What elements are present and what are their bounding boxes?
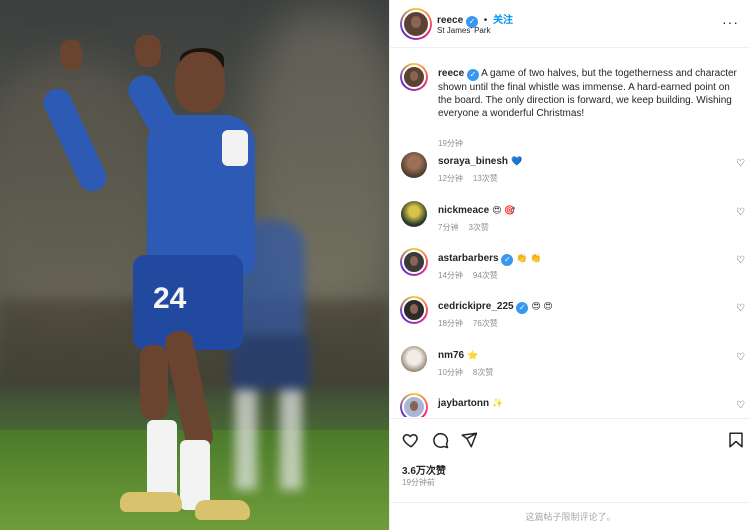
caption-text: reece ✓ A game of two halves, but the to… bbox=[438, 67, 743, 120]
comment-item: soraya_binesh 💙 12分钟 13次赞 ♡ bbox=[400, 152, 745, 192]
heart-icon[interactable]: ♡ bbox=[736, 352, 745, 363]
post-location[interactable]: St James' Park bbox=[437, 26, 491, 35]
verified-badge-icon: ✓ bbox=[466, 69, 479, 81]
captain-armband bbox=[222, 130, 248, 166]
comment-text: 😍 😍 bbox=[531, 301, 553, 311]
comment-item: nickmeace 😍 🎯 7分钟 3次赞 ♡ bbox=[400, 201, 745, 241]
comment-username[interactable]: nickmeace bbox=[438, 205, 489, 216]
comment-time: 10分钟 bbox=[438, 368, 463, 377]
comment-item: cedrickipre_225 ✓ 😍 😍 18分钟 76次赞 ♡ bbox=[400, 296, 745, 337]
comment-likes[interactable]: 8次赞 bbox=[473, 368, 493, 377]
comment-icon[interactable] bbox=[431, 431, 449, 449]
comment-username[interactable]: soraya_binesh bbox=[438, 156, 508, 167]
post-header: reece ✓ • 关注 St James' Park ··· bbox=[390, 0, 750, 48]
comment-time: 18分钟 bbox=[438, 319, 463, 328]
comment-time: 14分钟 bbox=[438, 271, 463, 280]
heart-icon[interactable]: ♡ bbox=[736, 158, 745, 169]
author-avatar[interactable] bbox=[400, 8, 432, 40]
bookmark-icon[interactable] bbox=[727, 431, 745, 449]
heart-icon[interactable]: ♡ bbox=[736, 400, 745, 411]
comments-list[interactable]: reece ✓ A game of two halves, but the to… bbox=[390, 49, 750, 417]
verified-badge-icon: ✓ bbox=[501, 254, 514, 266]
player-boot bbox=[195, 500, 250, 520]
comment-item: nm76 ⭐ 10分钟 8次赞 ♡ bbox=[400, 346, 745, 386]
shirt-number: 24 bbox=[153, 282, 187, 315]
comment-username[interactable]: astarbarbers bbox=[438, 253, 499, 264]
comment-text: ✨ bbox=[492, 398, 504, 408]
post-actions: 3.6万次赞 19分钟前 这篇帖子限制评论了。 bbox=[390, 418, 750, 530]
comment-avatar[interactable] bbox=[401, 346, 427, 372]
comment-username[interactable]: cedrickipre_225 bbox=[438, 301, 514, 312]
comment-likes[interactable]: 13次赞 bbox=[473, 174, 498, 183]
caption-body: A game of two halves, but the togetherne… bbox=[438, 68, 737, 119]
heart-icon[interactable]: ♡ bbox=[736, 255, 745, 266]
foreground-player: 24 bbox=[39, 30, 275, 530]
comment-avatar[interactable] bbox=[401, 152, 427, 178]
comment-username[interactable]: nm76 bbox=[438, 350, 464, 361]
more-options-icon[interactable]: ··· bbox=[722, 14, 739, 30]
comment-time: 7分钟 bbox=[438, 223, 459, 232]
caption-avatar[interactable] bbox=[400, 63, 428, 91]
heart-icon[interactable] bbox=[402, 431, 420, 449]
author-username[interactable]: reece bbox=[437, 15, 463, 26]
player-sock bbox=[147, 420, 177, 500]
heart-icon[interactable]: ♡ bbox=[736, 303, 745, 314]
player-hand bbox=[60, 40, 82, 70]
follow-button[interactable]: 关注 bbox=[493, 15, 513, 26]
like-count[interactable]: 3.6万次赞 bbox=[402, 462, 446, 477]
comment-avatar[interactable] bbox=[401, 201, 427, 227]
comment-item: astarbarbers ✓ 👏 👏 14分钟 94次赞 ♡ bbox=[400, 248, 745, 289]
send-icon[interactable] bbox=[460, 431, 478, 449]
comment-time: 12分钟 bbox=[438, 174, 463, 183]
comment-text: ⭐ bbox=[467, 350, 479, 360]
player-hand bbox=[135, 35, 161, 67]
verified-badge-icon: ✓ bbox=[516, 302, 529, 314]
caption-username[interactable]: reece bbox=[438, 68, 464, 79]
post-photo[interactable]: 24 bbox=[0, 0, 389, 530]
separator-dot: • bbox=[483, 15, 488, 26]
comment-avatar[interactable] bbox=[400, 296, 428, 324]
comment-likes[interactable]: 76次赞 bbox=[473, 319, 498, 328]
comment-item: jaybartonn ✨ ♡ bbox=[400, 393, 745, 417]
comment-avatar[interactable] bbox=[400, 248, 428, 276]
player-boot bbox=[120, 492, 182, 512]
comment-username[interactable]: jaybartonn bbox=[438, 398, 489, 409]
comment-text: 👏 👏 bbox=[516, 253, 542, 263]
comment-text: 💙 bbox=[511, 156, 523, 166]
comment-likes[interactable]: 3次赞 bbox=[468, 223, 488, 232]
post-timestamp: 19分钟前 bbox=[402, 478, 435, 487]
heart-icon[interactable]: ♡ bbox=[736, 207, 745, 218]
comment-avatar[interactable] bbox=[400, 393, 428, 417]
player-leg bbox=[140, 345, 168, 420]
player-head bbox=[175, 52, 225, 112]
caption-timestamp: 19分钟 bbox=[438, 139, 463, 148]
comments-limited-notice: 这篇帖子限制评论了。 bbox=[390, 502, 750, 530]
comment-likes[interactable]: 94次赞 bbox=[473, 271, 498, 280]
comment-text: 😍 🎯 bbox=[492, 205, 516, 215]
post-side-panel: reece ✓ • 关注 St James' Park ··· reece ✓ … bbox=[389, 0, 750, 530]
